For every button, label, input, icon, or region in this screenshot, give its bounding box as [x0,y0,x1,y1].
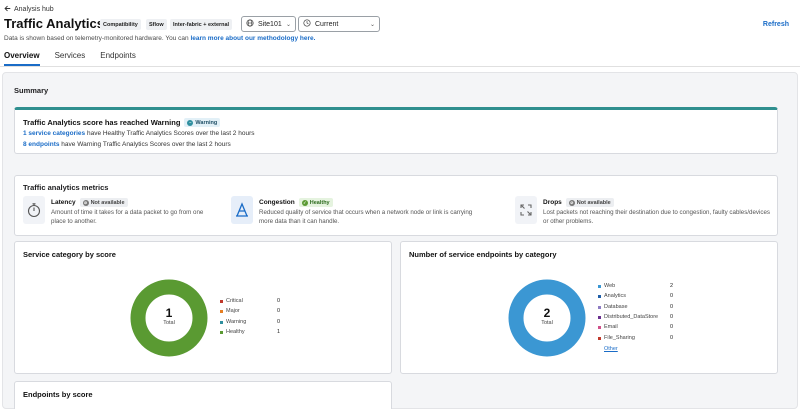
metric-name: Drops [543,199,562,206]
alert-line-endpoints: 8 endpoints have Warning Traffic Analyti… [23,141,231,148]
legend-item-file-sharing[interactable]: File_Sharing [598,335,635,341]
legend-value: 0 [670,335,674,341]
metric-description: Amount of time it takes for a data packe… [51,209,204,225]
page-title: Traffic Analytics [4,16,104,31]
legend-value: 0 [670,314,674,320]
endpoints-category-card: Number of service endpoints by category … [400,241,778,374]
legend-swatch [220,299,223,303]
legend-more-link[interactable]: Other [604,346,618,352]
not-available-icon: ⊘ [568,199,575,206]
status-badge: ⊘ Not available [79,198,128,207]
legend-item-warning[interactable]: Warning [220,319,246,325]
back-link-label: Analysis hub [14,6,54,13]
legend-swatch [598,305,601,309]
metrics-heading: Traffic analytics metrics [23,183,109,192]
legend-value: 0 [277,298,281,304]
legend-item-distributed-datastore[interactable]: Distributed_DataStore [598,314,658,320]
tab-endpoints[interactable]: Endpoints [100,51,136,66]
chevron-down-icon: ⌄ [369,21,375,28]
legend-value: 0 [670,324,674,330]
legend-swatch [220,309,223,313]
legend-swatch [598,325,601,329]
service-category-card: Service category by score 1 Total Critic… [14,241,392,374]
legend-value: 0 [277,308,281,314]
endpoints-category-legend: Web 2 Analytics 0 Database 0 Distributed… [598,283,688,357]
tag-sflow: Sflow [146,19,167,30]
site-select-value: Site101 [258,20,282,28]
legend-value: 0 [670,304,674,310]
legend-item-email[interactable]: Email [598,324,618,330]
tag-inter-fabric: Inter-fabric + external [170,19,233,30]
site-select[interactable]: Site101 ⌄ [241,16,296,32]
back-link[interactable]: Analysis hub [4,5,54,14]
arrow-left-icon [4,5,11,14]
metric-description: Reduced quality of service that occurs w… [259,209,473,225]
legend-swatch [598,294,601,298]
legend-value: 0 [670,293,674,299]
chart-title: Service category by score [23,250,116,259]
time-select[interactable]: Current ⌄ [298,16,380,32]
clock-icon [303,19,311,29]
not-available-icon: ⊘ [82,199,89,206]
legend-swatch [598,315,601,319]
chart-title: Number of service endpoints by category [409,250,557,259]
page-subtitle: Data is shown based on telemetry-monitor… [4,35,316,42]
tab-bar: Overview Services Endpoints [4,51,136,66]
status-badge: ✓ Healthy [298,198,333,207]
legend-item-major[interactable]: Major [220,308,240,314]
status-badge: − Warning [184,118,221,127]
methodology-link[interactable]: learn more about our methodology here. [190,35,315,42]
status-badge-label: Warning [195,119,218,126]
legend-swatch [598,284,601,288]
service-categories-link[interactable]: 1 service categories [23,130,85,137]
chart-title: Endpoints by score [23,390,93,399]
metric-name-row: Congestion ✓ Healthy [259,198,333,207]
tab-services[interactable]: Services [55,51,86,66]
legend-swatch [220,330,223,334]
tab-divider [0,66,800,67]
donut-total-label: Total [541,320,553,326]
legend-item-database[interactable]: Database [598,304,628,310]
legend-swatch [220,320,223,324]
legend-item-healthy[interactable]: Healthy [220,329,245,335]
alert-title: Traffic Analytics score has reached Warn… [23,118,181,127]
donut-center: 2 Total [527,306,567,326]
summary-alert-card: Traffic Analytics score has reached Warn… [14,107,778,154]
stopwatch-icon [23,196,45,224]
globe-icon [246,19,254,29]
metric-name-row: Drops ⊘ Not available [543,198,614,207]
tab-overview[interactable]: Overview [4,51,40,66]
donut-total: 2 [543,306,551,320]
alert-title-row: Traffic Analytics score has reached Warn… [23,118,221,127]
congestion-icon [231,196,253,224]
drops-icon [515,196,537,224]
metric-name-row: Latency ⊘ Not available [51,198,128,207]
endpoints-by-score-card: Endpoints by score [14,381,392,409]
endpoints-link[interactable]: 8 endpoints [23,141,59,148]
legend-value: 1 [277,329,281,335]
chevron-down-icon: ⌄ [285,21,291,28]
time-select-value: Current [315,20,339,28]
metric-name: Latency [51,199,76,206]
metric-description: Lost packets not reaching their destinat… [543,209,771,225]
legend-value: 0 [277,319,281,325]
alert-line-services: 1 service categories have Healthy Traffi… [23,130,255,137]
refresh-button[interactable]: Refresh [763,21,789,28]
legend-item-critical[interactable]: Critical [220,298,243,304]
donut-center: 1 Total [149,306,189,326]
tag-compatibility: Compatibility [100,19,141,30]
legend-swatch [598,336,601,340]
metric-name: Congestion [259,199,295,206]
service-category-legend: Critical 0 Major 0 Warning 0 Healthy 1 [220,298,300,342]
donut-total-label: Total [163,320,175,326]
legend-item-analytics[interactable]: Analytics [598,293,626,299]
legend-item-web[interactable]: Web [598,283,615,289]
check-icon: ✓ [301,199,308,206]
legend-value: 2 [670,283,674,289]
warning-icon: − [187,119,194,126]
metrics-card: Traffic analytics metrics Latency ⊘ Not … [14,175,778,236]
status-badge: ⊘ Not available [565,198,614,207]
donut-total: 1 [165,306,173,320]
summary-heading: Summary [14,86,49,95]
